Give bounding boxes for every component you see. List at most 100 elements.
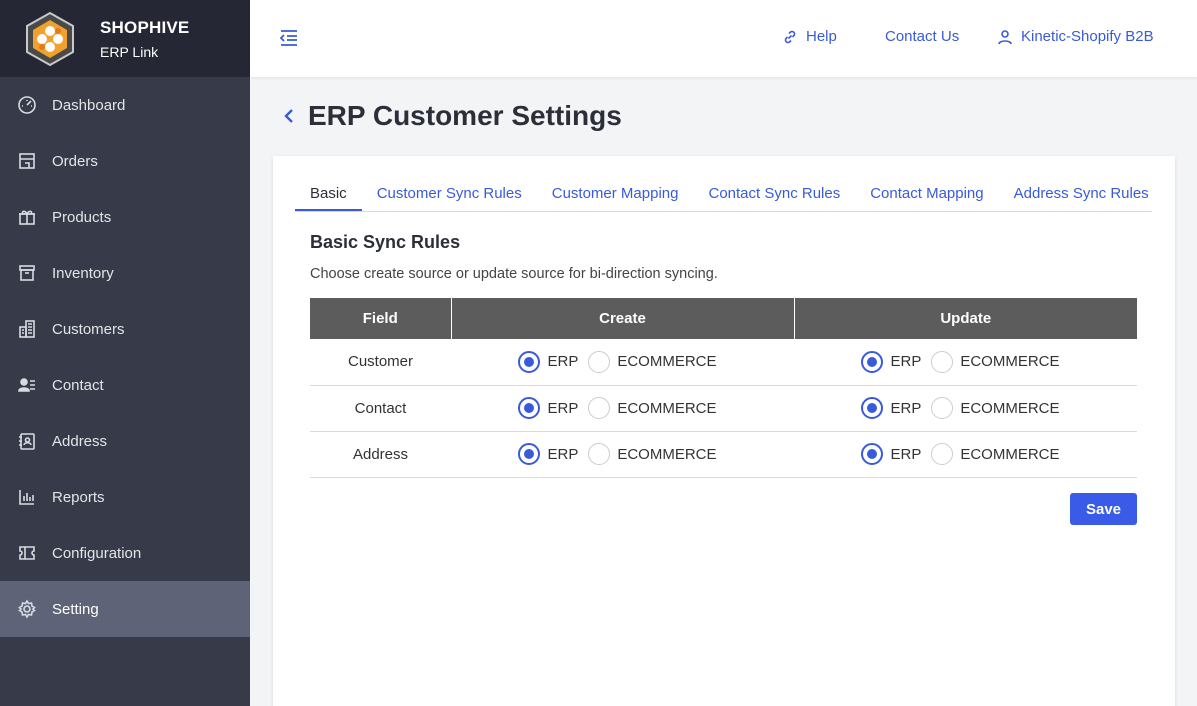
- sidebar-item-label: Customers: [52, 320, 125, 338]
- bar-chart-icon: [16, 486, 38, 508]
- create-ecommerce-radio[interactable]: ECOMMERCE: [588, 397, 717, 419]
- help-label: Help: [806, 28, 837, 45]
- update-radio-group: ERP ECOMMERCE: [794, 397, 1137, 419]
- radio-label: ERP: [890, 445, 922, 463]
- column-header-update: Update: [794, 298, 1137, 339]
- update-erp-radio[interactable]: ERP: [861, 350, 922, 373]
- tab-customer-sync-rules[interactable]: Customer Sync Rules: [362, 182, 537, 211]
- brand[interactable]: SHOPHIVE ERP Link: [0, 0, 250, 77]
- create-erp-radio[interactable]: ERP: [518, 397, 578, 419]
- sidebar-item-label: Orders: [52, 152, 98, 170]
- brand-name: SHOPHIVE: [100, 17, 190, 37]
- collapse-menu-icon[interactable]: [278, 27, 300, 49]
- sidebar-item-reports[interactable]: Reports: [0, 469, 250, 525]
- create-erp-radio[interactable]: ERP: [518, 443, 578, 465]
- radio-label: ECOMMERCE: [617, 445, 717, 463]
- sidebar-item-label: Products: [52, 208, 112, 226]
- radio-label: ECOMMERCE: [960, 445, 1060, 463]
- user-menu[interactable]: Kinetic-Shopify B2B: [997, 28, 1154, 45]
- sidebar-item-customers[interactable]: Customers: [0, 301, 250, 357]
- update-erp-radio[interactable]: ERP: [861, 443, 921, 465]
- radio-dot-checked[interactable]: [518, 350, 541, 373]
- page-title-text: ERP Customer Settings: [308, 100, 622, 131]
- radio-dot[interactable]: [588, 397, 611, 419]
- sidebar-item-orders[interactable]: Orders: [0, 133, 250, 189]
- radio-dot[interactable]: [931, 350, 954, 373]
- contact-us-label: Contact Us: [885, 28, 960, 45]
- radio-label: ERP: [547, 445, 579, 463]
- radio-dot-checked[interactable]: [861, 443, 884, 465]
- user-name: Kinetic-Shopify B2B: [1021, 28, 1154, 45]
- sidebar-item-setting[interactable]: Setting: [0, 581, 250, 637]
- row-field-label: Customer: [310, 339, 451, 386]
- radio-dot-checked[interactable]: [861, 397, 884, 419]
- top-header: Help Contact Us Kinetic-Shopify B2B: [250, 0, 1197, 77]
- radio-label: ECOMMERCE: [960, 399, 1060, 417]
- gear-icon: [16, 598, 38, 620]
- radio-dot[interactable]: [588, 350, 611, 373]
- radio-dot[interactable]: [931, 443, 954, 465]
- section-description: Choose create source or update source fo…: [310, 266, 718, 282]
- back-chevron-icon[interactable]: [280, 105, 298, 127]
- create-ecommerce-radio[interactable]: ECOMMERCE: [588, 443, 717, 465]
- radio-label: ERP: [890, 353, 922, 371]
- contact-card-icon: [16, 374, 38, 396]
- sidebar-item-contact[interactable]: Contact: [0, 357, 250, 413]
- radio-label: ERP: [890, 399, 922, 417]
- sidebar-item-configuration[interactable]: Configuration: [0, 525, 250, 581]
- radio-dot[interactable]: [588, 443, 611, 465]
- link-icon: [784, 30, 796, 43]
- tab-customer-mapping[interactable]: Customer Mapping: [537, 182, 694, 211]
- tab-address-sync-rules[interactable]: Address Sync Rules: [999, 182, 1152, 211]
- ticket-icon: [16, 542, 38, 564]
- update-radio-group: ERP ECOMMERCE: [794, 350, 1137, 373]
- tab-contact-mapping[interactable]: Contact Mapping: [855, 182, 998, 211]
- radio-dot-checked[interactable]: [861, 350, 884, 373]
- table-row: Address ERP ECOMMERCE ERP ECOMMERCE: [310, 431, 1137, 478]
- create-ecommerce-radio[interactable]: ECOMMERCE: [588, 350, 717, 373]
- radio-label: ECOMMERCE: [617, 399, 717, 417]
- update-ecommerce-radio[interactable]: ECOMMERCE: [931, 397, 1060, 419]
- radio-label: ECOMMERCE: [617, 353, 717, 371]
- tab-contact-sync-rules[interactable]: Contact Sync Rules: [693, 182, 855, 211]
- sidebar-item-label: Dashboard: [52, 96, 126, 114]
- radio-label: ERP: [547, 399, 579, 417]
- radio-label: ERP: [547, 353, 579, 371]
- row-field-label: Address: [310, 431, 451, 478]
- section-title: Basic Sync Rules: [310, 232, 461, 252]
- create-radio-group: ERP ECOMMERCE: [451, 350, 794, 373]
- radio-dot-checked[interactable]: [518, 443, 541, 465]
- sidebar-item-dashboard[interactable]: Dashboard: [0, 77, 250, 133]
- save-button[interactable]: Save: [1070, 493, 1137, 525]
- create-radio-group: ERP ECOMMERCE: [451, 397, 794, 419]
- radio-dot-checked[interactable]: [518, 397, 541, 419]
- column-header-field: Field: [310, 298, 452, 339]
- sync-rules-table: Field Create Update Customer ERP ECOMMER…: [310, 298, 1137, 478]
- gauge-icon: [16, 94, 38, 116]
- radio-label: ECOMMERCE: [960, 353, 1060, 371]
- page-title: ERP Customer Settings: [280, 100, 622, 132]
- update-erp-radio[interactable]: ERP: [861, 397, 921, 419]
- sidebar-item-label: Reports: [52, 488, 105, 506]
- tab-basic[interactable]: Basic: [295, 182, 362, 211]
- sidebar-item-label: Setting: [52, 600, 99, 618]
- brand-subtitle: ERP Link: [100, 43, 159, 60]
- sidebar-nav: Dashboard Orders Products Inventory Cust…: [0, 77, 250, 637]
- radio-dot[interactable]: [931, 397, 954, 419]
- user-icon: [998, 29, 1012, 44]
- update-ecommerce-radio[interactable]: ECOMMERCE: [931, 443, 1060, 465]
- create-erp-radio[interactable]: ERP: [518, 350, 579, 373]
- tab-bar: Basic Customer Sync Rules Customer Mappi…: [295, 182, 1152, 212]
- table-row: Customer ERP ECOMMERCE ERP ECOMMERCE: [310, 339, 1137, 386]
- sidebar: SHOPHIVE ERP Link Dashboard Orders Produ…: [0, 0, 250, 706]
- sidebar-item-inventory[interactable]: Inventory: [0, 245, 250, 301]
- help-link[interactable]: Help: [782, 28, 837, 45]
- sidebar-item-address[interactable]: Address: [0, 413, 250, 469]
- sidebar-item-products[interactable]: Products: [0, 189, 250, 245]
- create-radio-group: ERP ECOMMERCE: [451, 443, 794, 465]
- gift-icon: [16, 206, 38, 228]
- contact-us-link[interactable]: Contact Us: [885, 28, 959, 45]
- update-ecommerce-radio[interactable]: ECOMMERCE: [931, 350, 1060, 373]
- column-header-create: Create: [451, 298, 795, 339]
- row-field-label: Contact: [310, 385, 451, 432]
